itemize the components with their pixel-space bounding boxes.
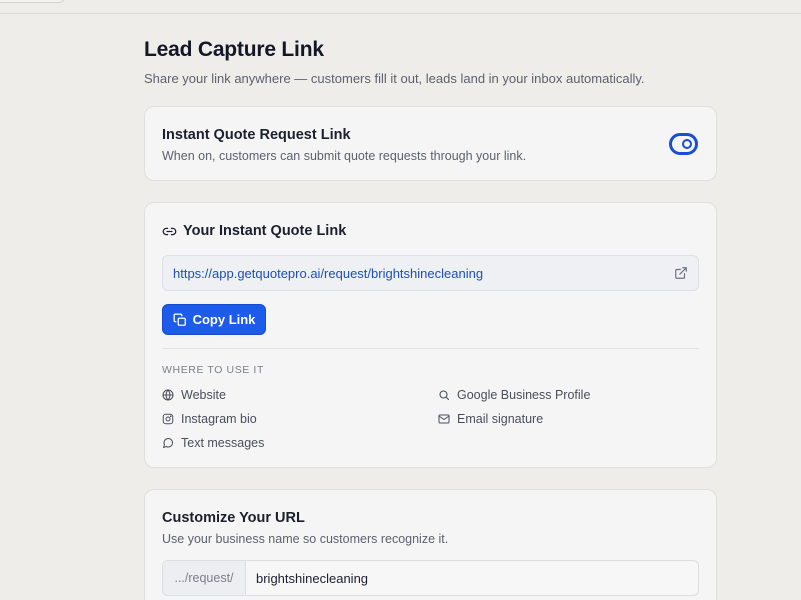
- use-item-website: Website: [162, 388, 226, 402]
- use-item-google-business: Google Business Profile: [438, 388, 590, 402]
- toggle-text: Instant Quote Request Link When on, cust…: [162, 127, 526, 163]
- quote-link-url[interactable]: https://app.getquotepro.ai/request/brigh…: [173, 266, 674, 281]
- copy-link-label: Copy Link: [192, 312, 256, 327]
- divider: [162, 348, 699, 349]
- page-title: Lead Capture Link: [144, 38, 324, 61]
- instant-quote-toggle[interactable]: [669, 133, 698, 155]
- external-link-icon[interactable]: [674, 266, 688, 280]
- use-item-label: Website: [181, 388, 226, 402]
- link-card-title: Your Instant Quote Link: [183, 223, 347, 239]
- search-icon: [438, 389, 450, 401]
- page-subtitle: Share your link anywhere — customers fil…: [144, 71, 645, 86]
- use-item-label: Text messages: [181, 436, 265, 450]
- top-bar-tab[interactable]: [0, 0, 66, 3]
- instant-quote-toggle-card: Instant Quote Request Link When on, cust…: [144, 106, 717, 181]
- quote-link-card: Your Instant Quote Link https://app.getq…: [144, 202, 717, 468]
- use-item-email-signature: Email signature: [438, 412, 543, 426]
- customize-url-description: Use your business name so customers reco…: [162, 532, 449, 546]
- globe-icon: [162, 389, 174, 401]
- use-item-instagram: Instagram bio: [162, 412, 257, 426]
- use-item-label: Google Business Profile: [457, 388, 591, 402]
- message-icon: [162, 437, 174, 449]
- toggle-knob: [682, 139, 692, 149]
- top-bar: [0, 0, 801, 14]
- toggle-card-title: Instant Quote Request Link: [162, 127, 351, 143]
- use-item-text-messages: Text messages: [162, 436, 264, 450]
- link-icon: [162, 224, 177, 239]
- url-prefix: .../request/: [163, 561, 246, 595]
- page-header: Lead Capture Link Share your link anywhe…: [144, 38, 717, 86]
- use-item-label: Email signature: [457, 412, 544, 426]
- link-card-header: Your Instant Quote Link: [162, 223, 346, 239]
- mail-icon: [438, 413, 450, 425]
- copy-link-button[interactable]: Copy Link: [162, 304, 266, 335]
- customize-url-title: Customize Your URL: [162, 510, 305, 526]
- copy-icon: [173, 313, 187, 327]
- url-slug-input[interactable]: [246, 561, 698, 595]
- customize-url-header: Customize Your URL Use your business nam…: [162, 510, 448, 546]
- where-to-use-label: WHERE TO USE IT: [162, 364, 264, 376]
- use-item-label: Instagram bio: [181, 412, 257, 426]
- quote-link-url-box[interactable]: https://app.getquotepro.ai/request/brigh…: [162, 255, 699, 291]
- custom-url-field: .../request/: [162, 560, 699, 596]
- customize-url-card: Customize Your URL Use your business nam…: [144, 489, 717, 600]
- toggle-card-description: When on, customers can submit quote requ…: [162, 149, 527, 163]
- instagram-icon: [162, 413, 174, 425]
